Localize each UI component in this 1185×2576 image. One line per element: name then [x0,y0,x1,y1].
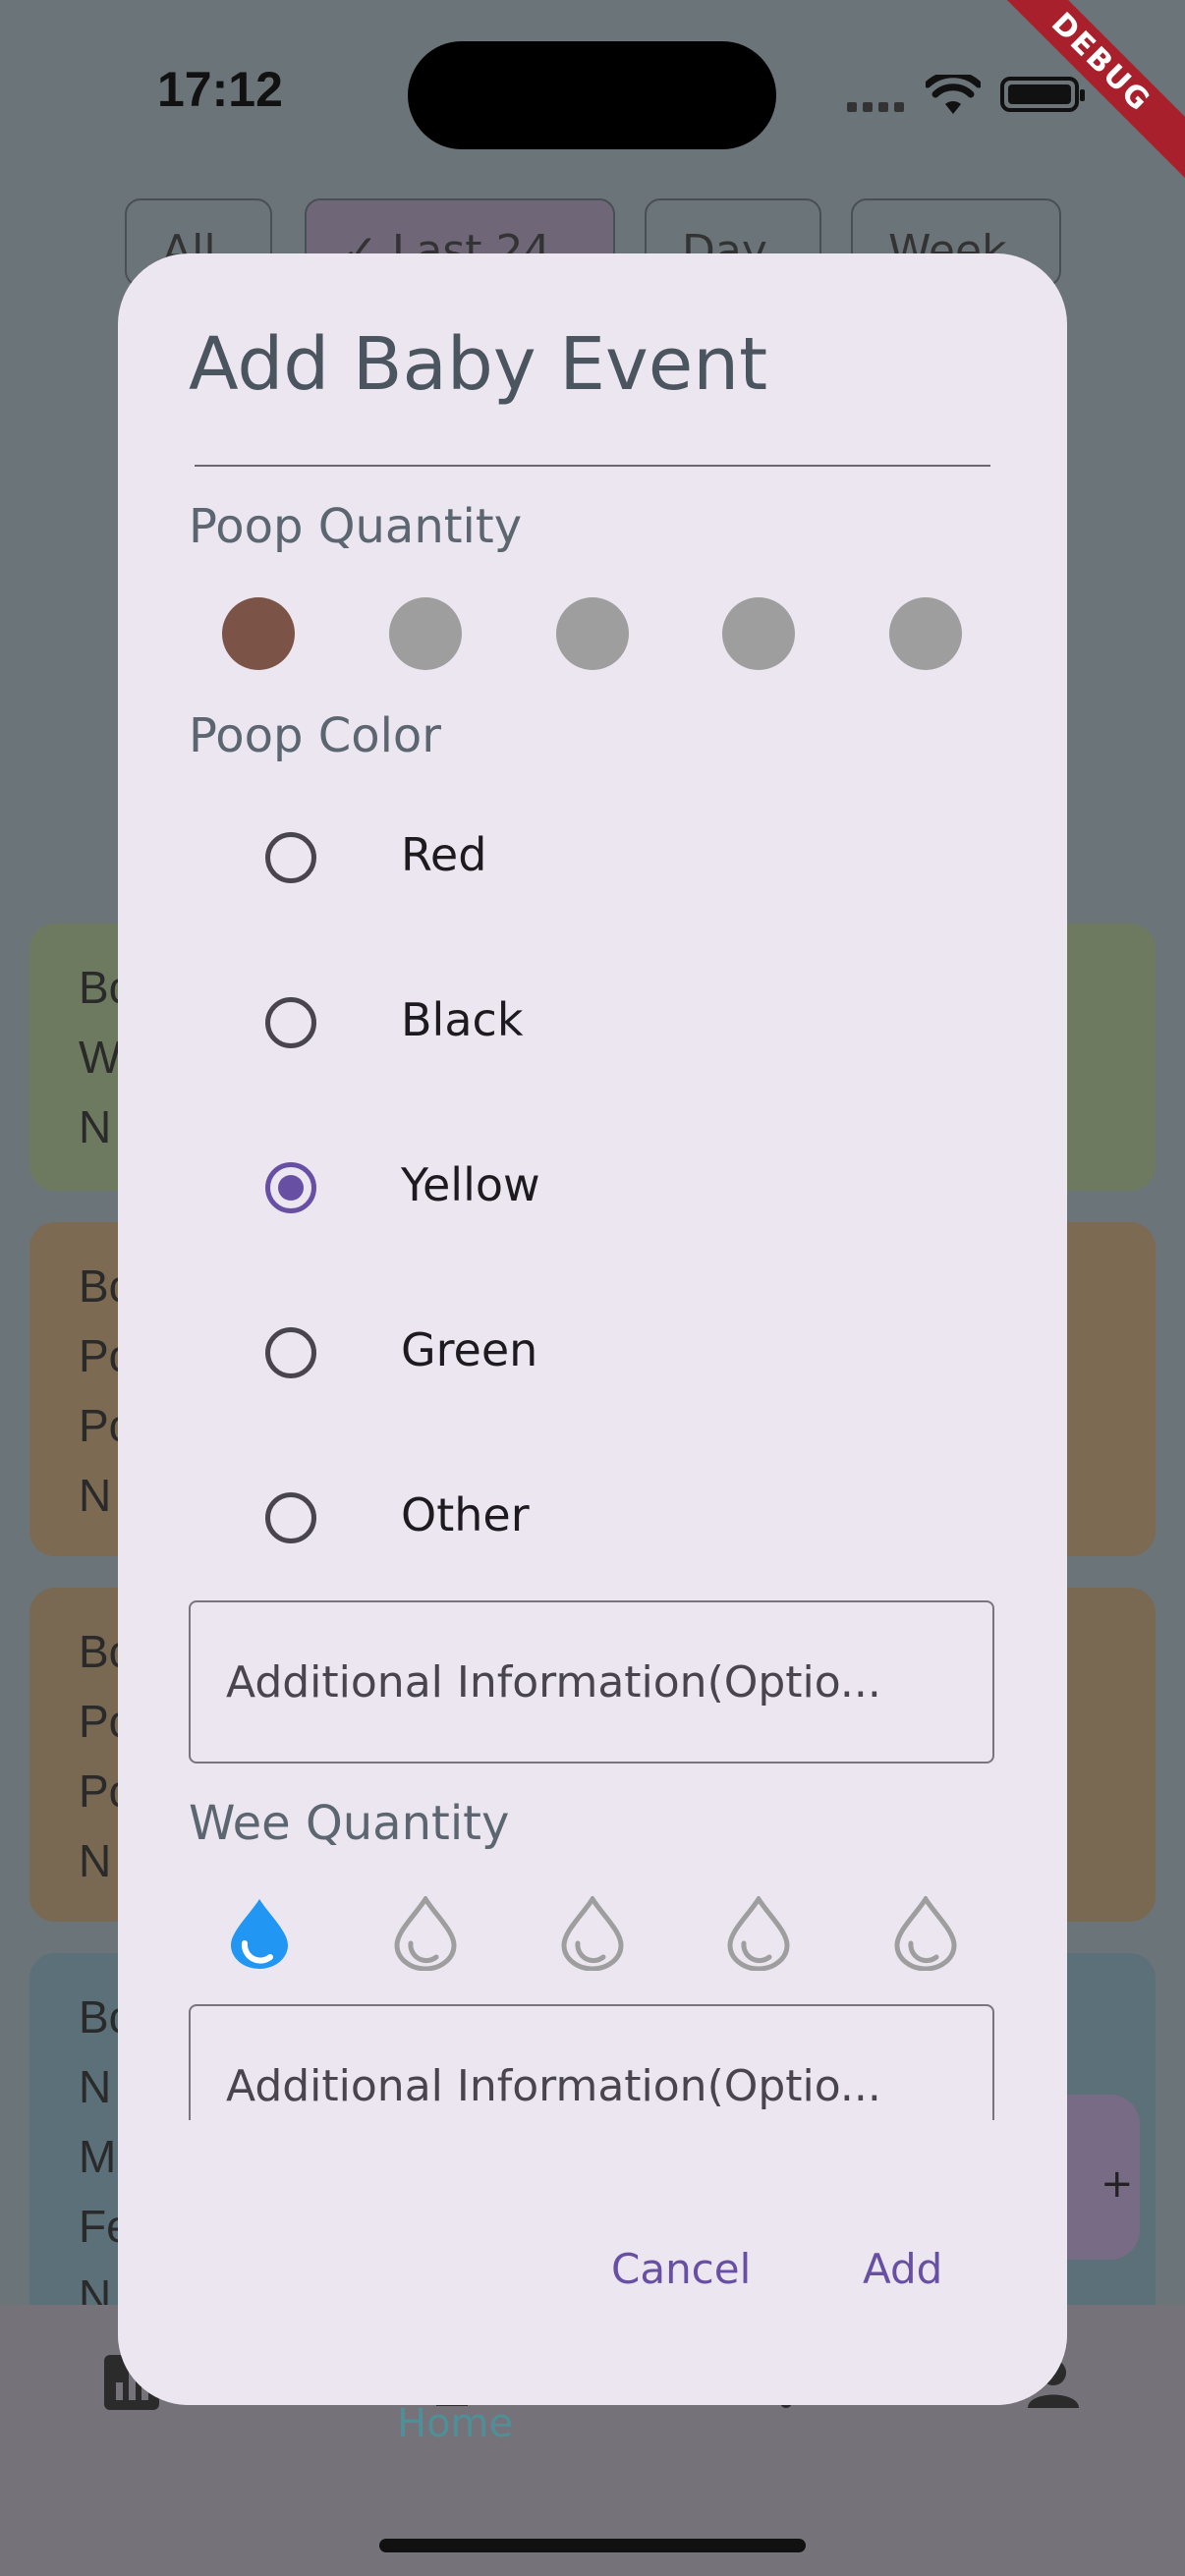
wee-drop-icon-1[interactable] [225,1896,294,1971]
wee-drop-icon-3[interactable] [558,1896,627,1971]
wee-drop-icon-4[interactable] [724,1896,793,1971]
poop-additional-info-field[interactable]: Additional Information(Optio... [189,1600,994,1764]
poop-color-label: Poop Color [189,708,442,763]
radio-label: Other [401,1488,530,1541]
poop-color-option-yellow[interactable]: Yellow [265,1139,855,1237]
dynamic-island [408,41,776,149]
poop-color-option-red[interactable]: Red [265,809,855,907]
fab-plus-icon: + [1100,2161,1134,2207]
radio-button[interactable] [265,832,316,883]
wee-drop-icon-2[interactable] [391,1896,460,1971]
cellular-signal-icon [847,102,906,112]
poop-quantity-circle-5[interactable] [889,597,962,670]
poop-color-option-green[interactable]: Green [265,1304,855,1402]
home-indicator [379,2539,806,2552]
wee-quantity-label: Wee Quantity [189,1796,510,1851]
radio-label: Red [401,828,487,881]
poop-quantity-circle-2[interactable] [389,597,462,670]
cancel-button[interactable]: Cancel [611,2245,751,2293]
field-placeholder: Additional Information(Optio... [226,2061,881,2111]
add-button[interactable]: Add [863,2245,942,2293]
poop-quantity-circle-1[interactable] [222,597,295,670]
field-placeholder: Additional Information(Optio... [226,1657,881,1708]
add-event-dialog: Add Baby Event Poop Quantity Poop Color … [118,253,1067,2405]
radio-button[interactable] [265,997,316,1048]
wifi-icon [926,75,981,114]
radio-label: Green [401,1323,538,1376]
radio-label: Yellow [401,1158,540,1211]
poop-color-option-other[interactable]: Other [265,1469,855,1567]
nav-label-home[interactable]: Home [397,2401,513,2446]
radio-label: Black [401,993,524,1046]
dialog-title: Add Baby Event [189,322,768,407]
status-time: 17:12 [157,62,283,117]
wee-drop-icon-5[interactable] [891,1896,960,1971]
battery-icon [1000,77,1085,112]
poop-quantity-circle-3[interactable] [556,597,629,670]
poop-quantity-circle-4[interactable] [722,597,795,670]
poop-color-option-black[interactable]: Black [265,974,855,1072]
radio-button[interactable] [265,1162,316,1213]
poop-quantity-label: Poop Quantity [189,499,523,554]
radio-button[interactable] [265,1492,316,1543]
radio-button[interactable] [265,1327,316,1378]
title-divider [195,465,990,467]
